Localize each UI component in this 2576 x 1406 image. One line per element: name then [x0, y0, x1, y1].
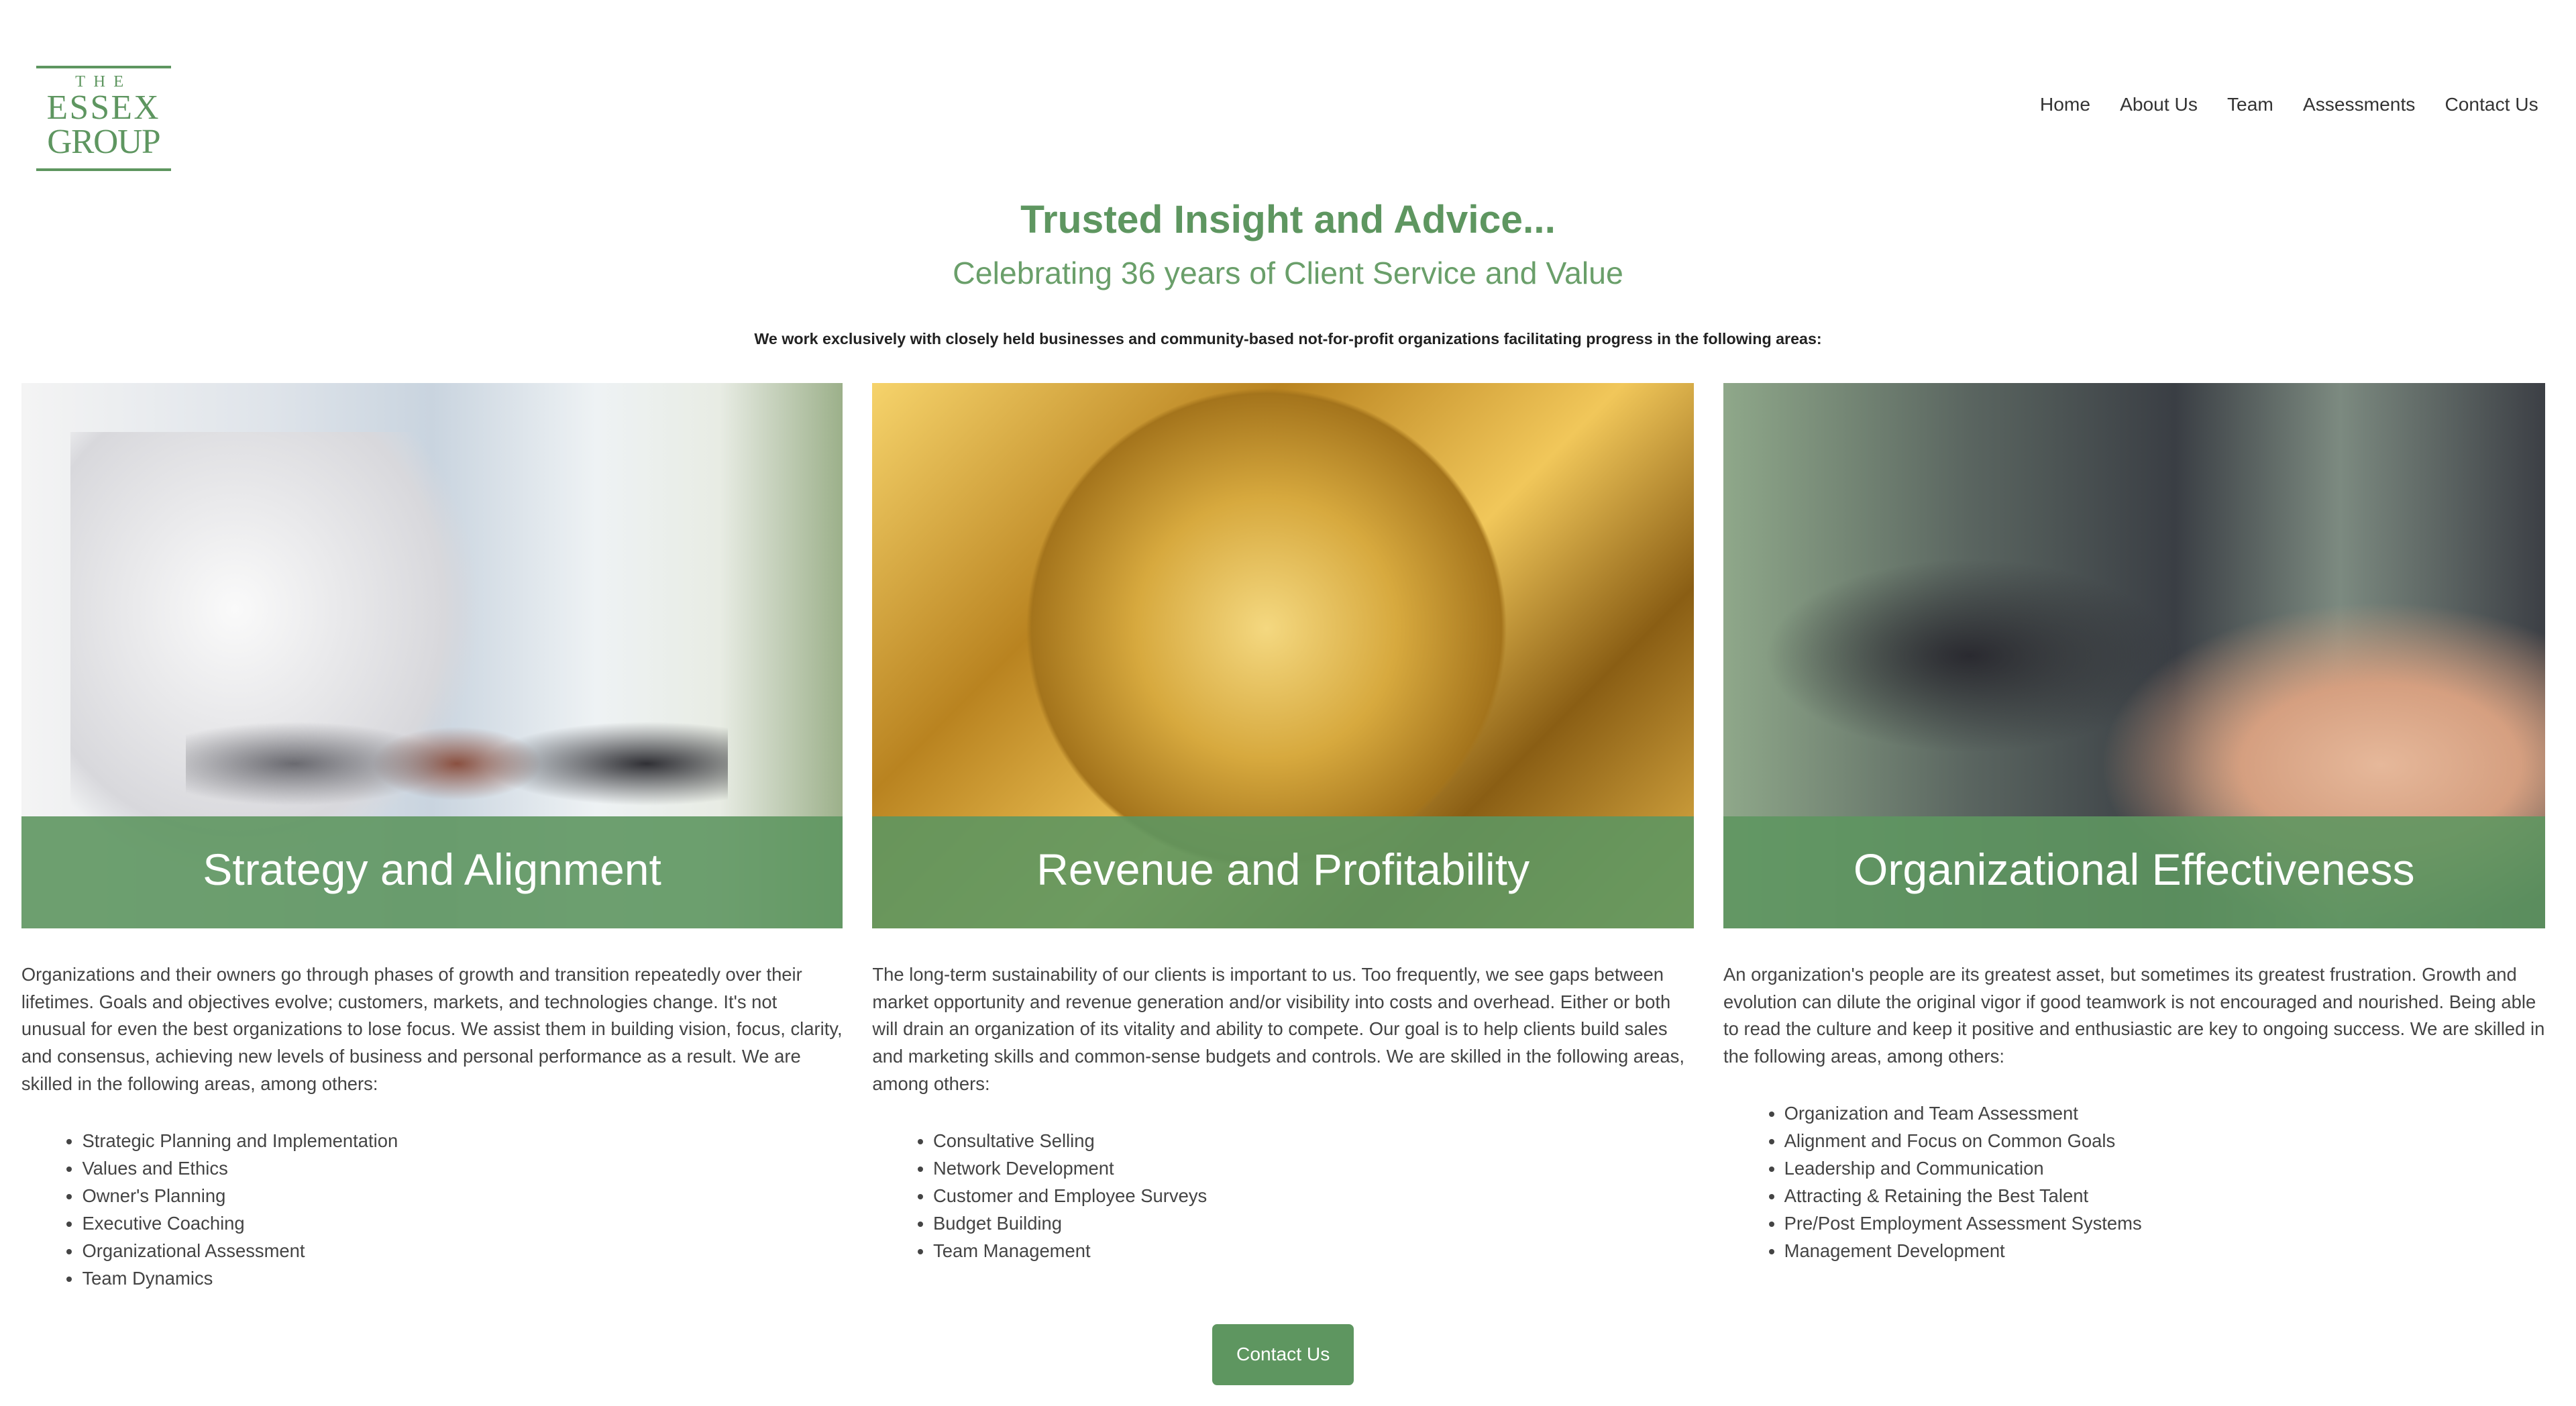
service-list: Organization and Team Assessment Alignme…	[1723, 1100, 2545, 1264]
intro-text: We work exclusively with closely held bu…	[754, 330, 1822, 348]
service-description: The long-term sustainability of our clie…	[872, 963, 1684, 1095]
list-item: Owner's Planning	[82, 1183, 843, 1210]
contact-us-button[interactable]: Contact Us	[1212, 1323, 1354, 1385]
logo-line: ESSEX	[46, 89, 160, 127]
essex-group-logo[interactable]: THE ESSEX GROUP	[36, 65, 171, 172]
handshake-image: Organizational Effectiveness	[1723, 382, 2545, 928]
page: THE ESSEX GROUP Home About Us Team Asses…	[0, 0, 2576, 1406]
logo-line: GROUP	[47, 123, 160, 162]
service-caption: Revenue and Profitability	[872, 816, 1694, 928]
list-item: Values and Ethics	[82, 1155, 843, 1183]
service-caption: Strategy and Alignment	[21, 816, 843, 928]
nav-team[interactable]: Team	[2227, 94, 2273, 115]
main-nav: Home About Us Team Assessments Contact U…	[2040, 94, 2538, 115]
service-caption: Organizational Effectiveness	[1723, 816, 2545, 928]
nav-contact-us[interactable]: Contact Us	[2445, 94, 2538, 115]
list-item: Management Development	[1784, 1238, 2545, 1265]
service-list: Consultative Selling Network Development…	[872, 1128, 1694, 1264]
service-description: An organization's people are its greates…	[1723, 963, 2545, 1067]
list-item: Network Development	[933, 1155, 1694, 1183]
nav-home[interactable]: Home	[2040, 94, 2090, 115]
nav-assessments[interactable]: Assessments	[2303, 94, 2415, 115]
list-item: Consultative Selling	[933, 1128, 1694, 1155]
gold-bars-image: Revenue and Profitability	[872, 382, 1694, 928]
list-item: Customer and Employee Surveys	[933, 1183, 1694, 1210]
list-item: Team Management	[933, 1238, 1694, 1265]
list-item: Organizational Assessment	[82, 1238, 843, 1265]
list-item: Executive Coaching	[82, 1210, 843, 1238]
list-item: Organization and Team Assessment	[1784, 1100, 2545, 1128]
page-title: Trusted Insight and Advice...	[1020, 197, 1556, 241]
office-presentation-image: Strategy and Alignment	[21, 382, 843, 928]
list-item: Attracting & Retaining the Best Talent	[1784, 1183, 2545, 1210]
page-subtitle: Celebrating 36 years of Client Service a…	[953, 255, 1623, 290]
service-column-revenue: Revenue and Profitability The long-term …	[872, 382, 1694, 1265]
list-item: Alignment and Focus on Common Goals	[1784, 1128, 2545, 1155]
list-item: Strategic Planning and Implementation	[82, 1128, 843, 1155]
list-item: Leadership and Communication	[1784, 1155, 2545, 1183]
service-list: Strategic Planning and Implementation Va…	[21, 1128, 843, 1292]
service-column-strategy: Strategy and Alignment Organizations and…	[21, 382, 843, 1293]
list-item: Pre/Post Employment Assessment Systems	[1784, 1210, 2545, 1238]
list-item: Team Dynamics	[82, 1265, 843, 1293]
service-description: Organizations and their owners go throug…	[21, 963, 843, 1095]
service-column-organizational: Organizational Effectiveness An organiza…	[1723, 382, 2545, 1265]
list-item: Budget Building	[933, 1210, 1694, 1238]
nav-about-us[interactable]: About Us	[2120, 94, 2198, 115]
